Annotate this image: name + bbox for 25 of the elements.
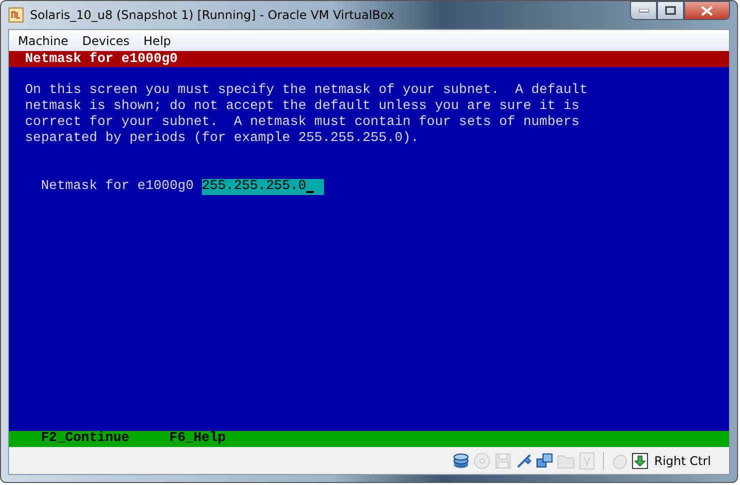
minimize-icon	[638, 8, 648, 12]
text-line: separated by periods (for example 255.255.255.0).	[24, 131, 420, 147]
disk-icon[interactable]	[452, 452, 470, 470]
close-icon	[701, 6, 713, 16]
menu-item[interactable]: Machine	[11, 30, 76, 52]
netmask-field[interactable]: 255.255.255.0	[202, 179, 324, 195]
app-icon	[8, 7, 24, 23]
function-key-hint[interactable]: F2_Continue	[41, 431, 130, 447]
minimize-button[interactable]	[630, 1, 657, 20]
text-line: correct for your subnet. A netmask must contain four sets of numbers	[24, 115, 580, 131]
text-line: netmask is shown; do not accept the default unless you are sure it is	[24, 99, 580, 115]
maximize-icon	[665, 6, 676, 15]
text-line: On this screen you must specify the netmask of your subnet. A default	[24, 83, 588, 99]
network-icon[interactable]	[536, 452, 554, 470]
menu-item[interactable]: Help	[136, 30, 178, 52]
maximize-button[interactable]	[657, 1, 684, 20]
usb-icon[interactable]	[515, 452, 534, 470]
close-button[interactable]	[684, 1, 730, 20]
window-title: Solaris_10_u8 (Snapshot 1) [Running] - Oracle VM VirtualBox	[30, 7, 394, 24]
down-arrow-icon	[632, 452, 648, 468]
function-key-hint[interactable]: F6_Help	[169, 431, 226, 447]
menu-item[interactable]: Devices	[75, 30, 137, 52]
screen-header: Netmask for e1000g0	[9, 51, 729, 67]
host-key-label: Right Ctrl	[654, 452, 711, 470]
field-label: Netmask for e1000g0	[41, 179, 194, 195]
